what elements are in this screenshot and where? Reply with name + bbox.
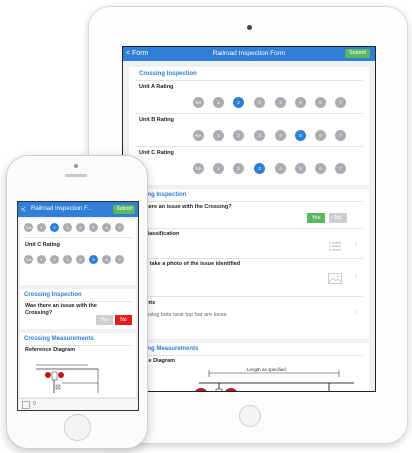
- rating-option[interactable]: NA: [24, 255, 33, 264]
- divider: [135, 296, 363, 297]
- divider: [135, 355, 363, 356]
- reference-diagram-label: Reference Diagram: [25, 347, 76, 353]
- note-icon[interactable]: [22, 401, 30, 409]
- page-title: Railroad Inspection Form: [212, 50, 286, 57]
- rating-option[interactable]: 4: [275, 130, 286, 141]
- divider: [135, 258, 363, 259]
- unit-a-rating-label: Unit A Rating: [139, 84, 174, 90]
- page-title: Railroad Inspection F...: [31, 206, 93, 212]
- rating-option[interactable]: NA: [193, 130, 204, 141]
- rating-option-selected[interactable]: 2: [50, 223, 59, 232]
- rating-option[interactable]: 7: [335, 163, 346, 174]
- yes-button[interactable]: Yes: [307, 213, 325, 223]
- measurements-card: ssing Measurements ence Diagram Length a…: [129, 343, 369, 391]
- issue-question: Was there an issue with the Crossing?: [25, 303, 97, 316]
- rating-option[interactable]: 4: [275, 97, 286, 108]
- divider: [135, 146, 363, 147]
- rating-option[interactable]: 5: [89, 223, 98, 232]
- no-button[interactable]: No: [115, 315, 132, 325]
- rating-option[interactable]: 6: [315, 130, 326, 141]
- tablet-home-button[interactable]: [239, 405, 261, 427]
- submit-button[interactable]: Submit: [113, 205, 135, 214]
- image-icon: [328, 273, 342, 284]
- rating-option[interactable]: 6: [102, 255, 111, 264]
- ratings-card: NA 1 2 3 4 5 6 7 Unit C Rating NA 1 2 3 …: [20, 219, 136, 285]
- back-button[interactable]: <: [21, 203, 26, 216]
- rating-option[interactable]: 3: [63, 255, 72, 264]
- yes-button[interactable]: Yes: [96, 315, 113, 325]
- phone-footer-bar: 0: [18, 398, 138, 410]
- divider: [24, 301, 132, 302]
- note-count: 0: [33, 401, 36, 407]
- rating-option[interactable]: 6: [315, 97, 326, 108]
- rating-option[interactable]: 7: [335, 97, 346, 108]
- divider: [135, 201, 363, 202]
- rating-option[interactable]: 2: [50, 255, 59, 264]
- phone-nav-bar: < Railroad Inspection F... Submit: [18, 202, 138, 217]
- submit-button[interactable]: Submit: [344, 49, 370, 58]
- divider: [24, 237, 132, 238]
- crossing-diagram: [195, 370, 354, 391]
- no-button[interactable]: No: [329, 213, 347, 223]
- chevron-right-icon[interactable]: ›: [355, 273, 357, 280]
- ratings-card: Crossing Inspection Unit A Rating NA 1 2…: [129, 67, 369, 185]
- divider: [135, 113, 363, 114]
- comments-value[interactable]: crossing bots near top bar are loose: [139, 312, 227, 318]
- phone-speaker: [65, 174, 87, 177]
- issue-card: ssing Inspection s there an issue with t…: [129, 189, 369, 339]
- tablet-form-body: Crossing Inspection Unit A Rating NA 1 2…: [123, 61, 375, 391]
- rating-option[interactable]: 2: [233, 163, 244, 174]
- chevron-right-icon[interactable]: ›: [355, 241, 357, 248]
- phone-home-button[interactable]: [64, 414, 91, 441]
- rating-option[interactable]: 6: [102, 223, 111, 232]
- section-title-crossing-inspection: Crossing Inspection: [24, 292, 82, 298]
- rating-option[interactable]: 1: [213, 97, 224, 108]
- unit-c-rating-label: Unit C Rating: [25, 242, 60, 248]
- rating-option-selected[interactable]: 3: [254, 163, 265, 174]
- list-icon: [329, 242, 341, 251]
- divider: [24, 345, 132, 346]
- phone-camera: [74, 164, 78, 168]
- section-title-crossing-measurements: Crossing Measurements: [24, 336, 94, 342]
- rating-option[interactable]: NA: [24, 223, 33, 232]
- divider: [135, 228, 363, 229]
- rating-option[interactable]: 3: [254, 130, 265, 141]
- tablet-nav-bar: < Form Railroad Inspection Form Submit: [123, 47, 375, 61]
- rating-option[interactable]: 1: [37, 223, 46, 232]
- rating-option[interactable]: 6: [315, 163, 326, 174]
- rating-option-selected[interactable]: 2: [233, 97, 244, 108]
- tablet-screen: < Form Railroad Inspection Form Submit C…: [122, 46, 376, 392]
- rating-option-selected[interactable]: 5: [89, 255, 98, 264]
- issue-card: Crossing Inspection Was there an issue w…: [20, 289, 136, 329]
- rating-option[interactable]: 7: [115, 255, 124, 264]
- rating-option[interactable]: 1: [213, 163, 224, 174]
- phone-screen: < Railroad Inspection F... Submit NA 1 2…: [17, 201, 139, 411]
- chevron-right-icon[interactable]: ›: [355, 309, 357, 316]
- rating-option[interactable]: 1: [37, 255, 46, 264]
- divider: [135, 80, 363, 81]
- rating-option-selected[interactable]: 5: [295, 130, 306, 141]
- rating-option[interactable]: 1: [213, 130, 224, 141]
- rating-option[interactable]: 5: [295, 163, 306, 174]
- issue-question: s there an issue with the Crossing?: [139, 204, 232, 210]
- rating-option[interactable]: 3: [254, 97, 265, 108]
- phone-device: < Railroad Inspection F... Submit NA 1 2…: [6, 155, 148, 449]
- rating-option[interactable]: NA: [193, 163, 204, 174]
- rating-option[interactable]: 4: [76, 223, 85, 232]
- unit-b-rating-label: Unit B Rating: [139, 117, 174, 123]
- rating-option[interactable]: 7: [115, 223, 124, 232]
- tablet-camera: [247, 25, 252, 30]
- unit-c-rating-label: Unit C Rating: [139, 150, 174, 156]
- section-title-crossing-inspection: Crossing Inspection: [139, 71, 197, 77]
- crossing-diagram: [36, 364, 99, 393]
- rating-option[interactable]: 4: [76, 255, 85, 264]
- photo-prompt-label: ase take a photo of the issue identified: [139, 261, 241, 267]
- rating-option[interactable]: 3: [63, 223, 72, 232]
- rating-option[interactable]: 2: [233, 130, 244, 141]
- measurements-card: Crossing Measurements Reference Diagram: [20, 333, 136, 397]
- rating-option[interactable]: 4: [275, 163, 286, 174]
- rating-option[interactable]: 5: [295, 97, 306, 108]
- rating-option[interactable]: 7: [335, 130, 346, 141]
- rating-option[interactable]: NA: [193, 97, 204, 108]
